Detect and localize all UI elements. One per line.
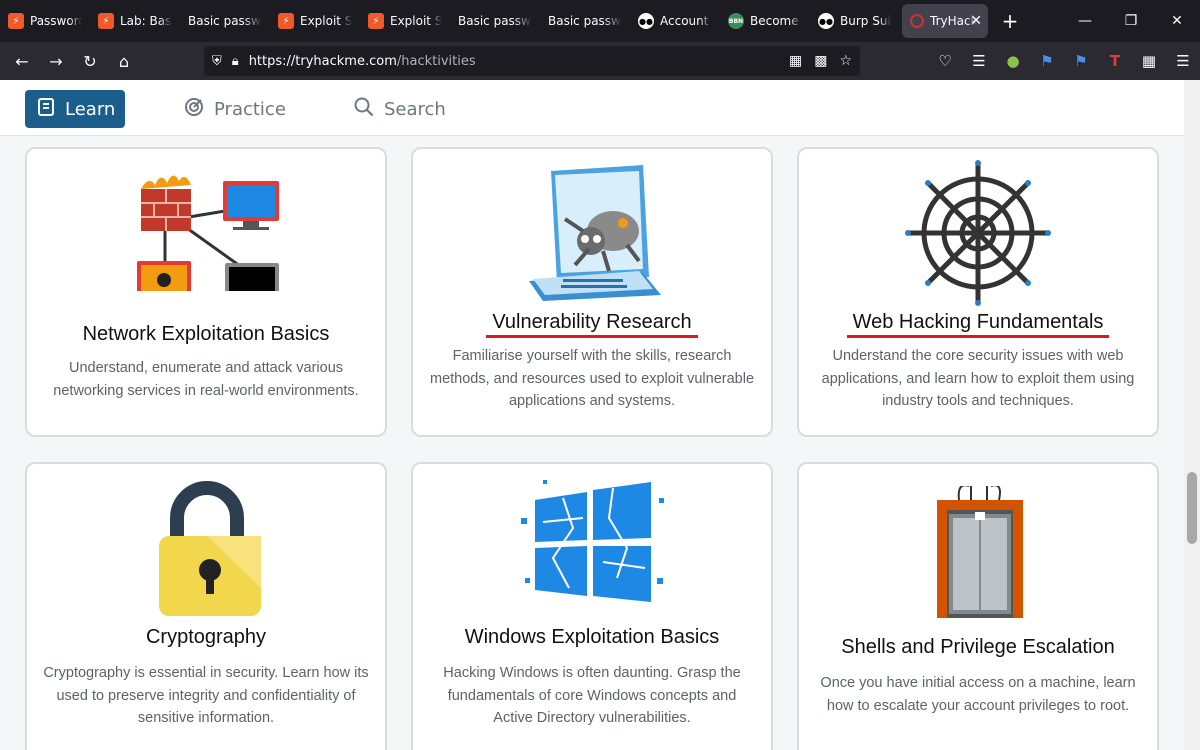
new-tab-button[interactable]: + (990, 9, 1030, 33)
page-content: Learn Practice Search Network Exploitati… (0, 80, 1184, 750)
practice-button[interactable]: Practice (184, 90, 286, 128)
url-bar[interactable]: ⛨ 🔒︎ https://tryhackme.com/hacktivities … (204, 46, 860, 76)
card-title[interactable]: Network Exploitation Basics (27, 323, 385, 346)
browser-tab[interactable]: Basic passwor (180, 0, 270, 42)
site-nav-bar: Learn Practice Search (0, 80, 1184, 136)
card-description: Understand the core security issues with… (821, 348, 1135, 409)
tab-label: Password (30, 14, 82, 28)
book-icon (37, 97, 55, 121)
browser-tab[interactable]: ●● Account t (630, 0, 720, 42)
tab-favicon-icon: ⚡ (278, 13, 294, 29)
tab-favicon-icon: BBN (728, 13, 744, 29)
search-icon (354, 97, 374, 122)
card-title[interactable]: Cryptography (27, 626, 385, 649)
url-text[interactable]: https://tryhackme.com/hacktivities (249, 54, 476, 69)
search-label: Search (384, 98, 446, 120)
browser-tab[interactable]: BBN Become a (720, 0, 810, 42)
restore-icon[interactable]: ❐ (1108, 0, 1154, 42)
browser-tab-bar: ⚡ Password ⚡ Lab: Basic Basic passwor ⚡ Exploi… (0, 0, 1200, 42)
minimize-icon[interactable]: — (1062, 0, 1108, 42)
card-title[interactable]: Web Hacking Fundamentals (799, 311, 1157, 338)
qr-code-icon[interactable]: ▩ (814, 53, 827, 69)
t-extension-icon[interactable]: T (1098, 42, 1132, 80)
tab-label: Basic passwor (188, 14, 262, 28)
browser-tab[interactable]: ⚡ Exploit Se (360, 0, 450, 42)
browser-tab[interactable]: ●● Burp Suite (810, 0, 900, 42)
lock-icon[interactable]: 🔒︎ (232, 54, 239, 69)
page-scrollbar[interactable] (1184, 80, 1200, 750)
menu-icon[interactable]: ☰ (1166, 42, 1200, 80)
home-icon[interactable]: ⌂ (107, 42, 141, 80)
target-icon (184, 97, 204, 122)
browser-tab[interactable]: Basic passwor (540, 0, 630, 42)
browser-tab[interactable]: ⚡ Exploit Se (270, 0, 360, 42)
tab-favicon-icon: ●● (818, 13, 834, 29)
tab-favicon-icon: ⚡ (368, 13, 384, 29)
learn-button[interactable]: Learn (25, 90, 125, 128)
path-card-cryptography[interactable]: Cryptography Cryptography is essential i… (25, 462, 387, 750)
card-title[interactable]: Shells and Privilege Escalation (799, 636, 1157, 659)
lang-extension-icon[interactable]: ⚑ (1064, 42, 1098, 80)
elevator-icon (937, 486, 1023, 618)
forward-arrow-icon[interactable]: → (39, 42, 73, 80)
window-controls: — ❐ ✕ (1062, 0, 1200, 42)
browser-tab[interactable]: Basic passwor (450, 0, 540, 42)
tab-label: Basic passwor (458, 14, 532, 28)
path-card-network-exploitation[interactable]: Network Exploitation Basics Understand, … (25, 147, 387, 437)
extensions-icon[interactable]: ▦ (1132, 42, 1166, 80)
padlock-icon (159, 481, 261, 616)
card-title[interactable]: Vulnerability Research (413, 311, 771, 338)
path-card-shells-privesc[interactable]: Shells and Privilege Escalation Once you… (797, 462, 1159, 750)
card-description: Hacking Windows is often daunting. Grasp… (443, 665, 741, 726)
tab-label: Account t (660, 14, 712, 28)
scrollbar-thumb[interactable] (1187, 472, 1197, 544)
search-button[interactable]: Search (354, 90, 446, 128)
tab-label: Become a (750, 14, 802, 28)
close-window-icon[interactable]: ✕ (1154, 0, 1200, 42)
locale-extension-icon[interactable]: ● (996, 42, 1030, 80)
card-title[interactable]: Windows Exploitation Basics (413, 626, 771, 649)
browser-tab[interactable]: TryHack ✕ (902, 4, 988, 38)
practice-label: Practice (214, 98, 286, 120)
bookmark-star-icon[interactable]: ☆ (839, 53, 852, 69)
reload-icon[interactable]: ↻ (73, 42, 107, 80)
learn-label: Learn (65, 98, 116, 120)
tab-favicon-icon: ⚡ (8, 13, 24, 29)
browser-toolbar: ← → ↻ ⌂ ⛨ 🔒︎ https://tryhackme.com/hackt… (0, 42, 1200, 80)
path-card-vulnerability-research[interactable]: Vulnerability Research Familiarise yours… (411, 147, 773, 437)
tab-favicon-icon: ⚡ (98, 13, 114, 29)
card-description: Understand, enumerate and attack various… (53, 360, 359, 399)
tab-label: Exploit Se (300, 14, 352, 28)
tab-label: Burp Suite (840, 14, 892, 28)
card-description: Cryptography is essential in security. L… (43, 665, 369, 726)
broken-windows-logo-icon (521, 480, 664, 602)
laptop-spider-icon (529, 165, 661, 301)
library-icon[interactable]: ☰ (962, 42, 996, 80)
path-card-windows-exploitation[interactable]: Windows Exploitation Basics Hacking Wind… (411, 462, 773, 750)
translate-extension-icon[interactable]: ⚑ (1030, 42, 1064, 80)
close-tab-icon[interactable]: ✕ (970, 13, 982, 29)
pocket-icon[interactable]: ♡ (928, 42, 962, 80)
translate-icon[interactable]: ▦ (789, 53, 802, 69)
tab-label: Exploit Se (390, 14, 442, 28)
browser-tab[interactable]: ⚡ Password (0, 0, 90, 42)
browser-tab[interactable]: ⚡ Lab: Basic (90, 0, 180, 42)
network-diagram-icon (137, 175, 279, 291)
card-description: Familiarise yourself with the skills, re… (429, 348, 755, 409)
tab-favicon-icon: ●● (638, 13, 654, 29)
card-description: Once you have initial access on a machin… (820, 675, 1136, 714)
tab-favicon-icon (910, 14, 924, 28)
tab-label: Lab: Basic (120, 14, 172, 28)
path-card-web-hacking[interactable]: Web Hacking Fundamentals Understand the … (797, 147, 1159, 437)
shield-icon[interactable]: ⛨ (212, 54, 222, 69)
spider-web-icon (905, 160, 1051, 306)
tab-label: Basic passwor (548, 14, 622, 28)
back-arrow-icon[interactable]: ← (5, 42, 39, 80)
